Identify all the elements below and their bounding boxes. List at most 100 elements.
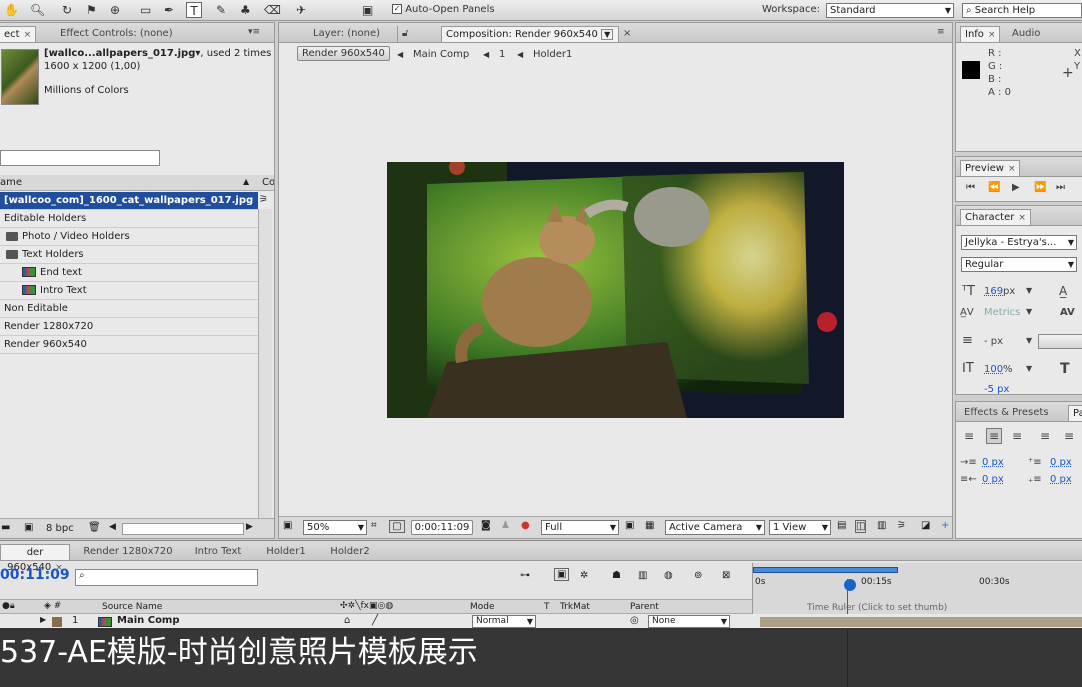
play-icon[interactable]: ▶ [1012, 182, 1020, 193]
layer-parent-select[interactable]: None ▼ [648, 615, 730, 628]
timeline-icon[interactable]: ▥ [877, 520, 886, 531]
vertical-scale-value[interactable]: 100 [984, 364, 1003, 375]
playhead-handle[interactable] [844, 579, 856, 591]
align-right-icon[interactable]: ≡ [1012, 429, 1022, 443]
stroke-width-value[interactable]: - px [984, 336, 1003, 347]
align-center-icon[interactable]: ≡ [986, 428, 1003, 444]
workspace-select[interactable]: Standard ▼ [826, 3, 954, 18]
view-layout-select[interactable]: 1 View ▼ [769, 520, 831, 535]
shy-switch-icon[interactable]: ⌂ [344, 615, 350, 626]
chevron-down-icon[interactable]: ▼ [601, 29, 614, 40]
collapse-switch-icon[interactable]: ╱ [372, 615, 378, 626]
tab-effect-controls[interactable]: Effect Controls: (none) [56, 26, 177, 42]
baseline-shift-value[interactable]: -5 px [984, 384, 1009, 394]
chevron-down-icon[interactable]: ▼ [1026, 286, 1032, 295]
close-icon[interactable]: × [988, 30, 996, 40]
align-left-icon[interactable]: ≡ [964, 429, 974, 443]
project-search-input[interactable] [0, 150, 160, 166]
tab-character[interactable]: Character × [960, 209, 1031, 225]
graph-editor-icon[interactable]: ⊚ [694, 570, 702, 581]
region-of-interest-icon[interactable]: ▣ [625, 520, 634, 531]
mask-visibility-icon[interactable]: ▢ [389, 520, 405, 533]
flowchart-icon[interactable]: ⚞ [897, 520, 906, 531]
clone-stamp-tool-icon[interactable]: ♣ [240, 2, 251, 18]
timeline-tab[interactable]: Holder1 [256, 544, 316, 560]
project-list-item[interactable]: End text [0, 264, 258, 282]
search-help-field[interactable]: ⌕ Search Help [962, 3, 1082, 18]
label-color-swatch[interactable] [52, 617, 62, 627]
frame-blending-icon[interactable]: ▥ [638, 570, 647, 581]
work-area-bar[interactable] [753, 567, 898, 573]
justify-last-left-icon[interactable]: ≡ [1040, 429, 1050, 443]
switches-icon[interactable]: ✣✲╲fx▣◎◍ [340, 601, 393, 611]
tab-effects-presets[interactable]: Effects & Presets [960, 405, 1053, 421]
project-list-item[interactable]: Text Holders [0, 246, 258, 264]
resolution-select[interactable]: Full ▼ [541, 520, 619, 535]
tab-paragraph[interactable]: Pa [1068, 405, 1082, 421]
grid-icon[interactable]: ⌗ [371, 520, 377, 531]
motion-blur-icon[interactable]: ◍ [664, 570, 673, 581]
live-update-icon[interactable]: ▣ [554, 568, 570, 581]
tab-composition[interactable]: Composition: Render 960x540 ▼ [441, 26, 619, 42]
indent-right-value[interactable]: 0 px [982, 474, 1004, 485]
breadcrumb-item[interactable]: Render 960x540 [297, 46, 390, 61]
av-features-icon[interactable]: ●🔒︎ [2, 601, 15, 611]
column-type[interactable]: Co [262, 177, 274, 188]
kerning-value[interactable]: Metrics [984, 307, 1020, 318]
panel-menu-icon[interactable]: ▾≡ [248, 27, 260, 37]
puppet-tool-icon[interactable]: ✈ [296, 2, 306, 18]
stroke-fill-select[interactable] [1038, 334, 1082, 349]
justify-last-center-icon[interactable]: ≡ [1064, 429, 1074, 443]
project-list-item[interactable]: Render 960x540 [0, 336, 258, 354]
scroll-left-icon[interactable]: ◀ [109, 522, 116, 532]
pen-tool-icon[interactable]: ✒ [164, 2, 174, 18]
pickwhip-icon[interactable]: ◎ [630, 615, 639, 626]
timeline-search-input[interactable]: ⌕ [75, 569, 258, 586]
chevron-down-icon[interactable]: ▼ [1026, 364, 1032, 373]
chevron-down-icon[interactable]: ▼ [1026, 336, 1032, 345]
project-list-item[interactable]: Editable Holders [0, 210, 258, 228]
workspace-panel-icon[interactable]: ▣ [362, 2, 373, 18]
previous-frame-icon[interactable]: ⏪ [988, 182, 1000, 193]
close-icon[interactable]: × [1008, 164, 1016, 174]
checkbox-icon[interactable]: ✓ [392, 4, 402, 14]
expand-arrow-icon[interactable]: ▶ [40, 615, 46, 624]
column-source-name[interactable]: Source Name [102, 602, 162, 612]
layer-mode-select[interactable]: Normal ▼ [472, 615, 536, 628]
auto-open-panels-toggle[interactable]: ✓ Auto-Open Panels [392, 2, 495, 18]
chevron-down-icon[interactable]: ▼ [1026, 307, 1032, 316]
brainstorm-icon[interactable]: ⊠ [722, 570, 730, 581]
layer-name[interactable]: Main Comp [117, 615, 180, 626]
zoom-select[interactable]: 50% ▼ [303, 520, 367, 535]
project-list-item[interactable]: [wallcoo_com]_1600_cat_wallpapers_017.jp… [0, 192, 258, 210]
bpc-label[interactable]: 8 bpc [46, 523, 74, 534]
pan-behind-tool-icon[interactable]: ⊕ [110, 2, 120, 18]
close-icon[interactable]: × [619, 26, 635, 42]
transparency-grid-icon[interactable]: ▦ [645, 520, 654, 531]
camera-tool-icon[interactable]: ⚑ [86, 2, 97, 18]
folder-icon[interactable]: ▬ [1, 522, 10, 533]
always-preview-icon[interactable]: ▣ [283, 520, 292, 531]
tab-layer[interactable]: Layer: (none) [309, 26, 384, 42]
timeline-tab[interactable]: Intro Text [186, 544, 250, 560]
hide-shy-layers-icon[interactable]: ☗ [612, 570, 621, 581]
next-frame-icon[interactable]: ⏩ [1034, 182, 1046, 193]
timeline-timecode[interactable]: 00:11:09 [0, 567, 70, 583]
first-frame-icon[interactable]: ⏮ [966, 182, 975, 193]
comp-mini-flowchart-icon[interactable]: ⊶ [520, 570, 530, 581]
toggle-pixel-aspect-icon[interactable]: ▤ [837, 520, 846, 531]
brush-tool-icon[interactable]: ✎ [216, 2, 226, 18]
tab-preview[interactable]: Preview × [960, 160, 1021, 176]
timeline-tab[interactable]: Holder2 [322, 544, 378, 560]
indent-left-value[interactable]: 0 px [982, 457, 1004, 468]
project-list-item[interactable]: Render 1280x720 [0, 318, 258, 336]
font-family-select[interactable]: Jellyka - Estrya's... ▼ [961, 235, 1077, 250]
tab-info[interactable]: Info × [960, 26, 1001, 42]
font-size-value[interactable]: 169 [984, 286, 1003, 297]
close-icon[interactable]: × [24, 30, 32, 40]
camera-select[interactable]: Active Camera ▼ [665, 520, 765, 535]
zoom-tool-icon[interactable]: 🔍︎ [30, 2, 45, 18]
last-frame-icon[interactable]: ⏭ [1056, 182, 1065, 193]
scroll-right-icon[interactable]: ▶ [246, 522, 253, 532]
exposure-icon[interactable]: ◪ [921, 520, 930, 531]
